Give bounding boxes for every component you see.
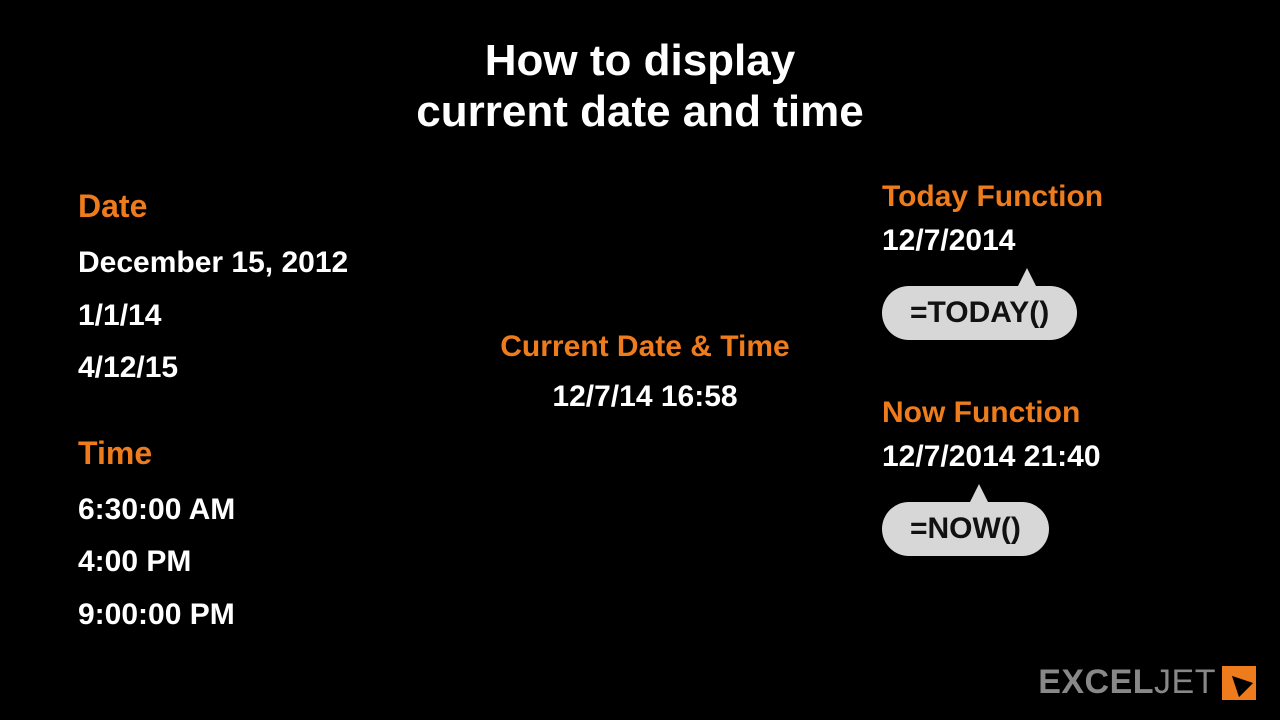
today-function-block: Today Function 12/7/2014 =TODAY() [882, 180, 1182, 340]
title-line-1: How to display [0, 36, 1280, 87]
logo-thin: JET [1154, 663, 1216, 701]
now-value: 12/7/2014 21:40 [882, 440, 1182, 474]
middle-column: Current Date & Time 12/7/14 16:58 [455, 330, 835, 414]
current-datetime-heading: Current Date & Time [455, 330, 835, 364]
date-example: 4/12/15 [78, 342, 348, 395]
time-example: 6:30:00 AM [78, 484, 348, 537]
today-value: 12/7/2014 [882, 224, 1182, 258]
time-example: 9:00:00 PM [78, 589, 348, 642]
arrow-icon [1222, 666, 1256, 700]
right-column: Today Function 12/7/2014 =TODAY() Now Fu… [882, 180, 1182, 612]
now-function-block: Now Function 12/7/2014 21:40 =NOW() [882, 396, 1182, 556]
left-column: Date December 15, 2012 1/1/14 4/12/15 Ti… [78, 188, 348, 641]
logo-text: EXCELJET [1038, 663, 1216, 702]
title-line-2: current date and time [0, 87, 1280, 138]
slide-title: How to display current date and time [0, 0, 1280, 137]
logo-bold: EXCEL [1038, 663, 1154, 701]
today-formula-callout: =TODAY() [882, 286, 1077, 340]
time-example: 4:00 PM [78, 536, 348, 589]
exceljet-logo: EXCELJET [1038, 663, 1256, 702]
date-example: December 15, 2012 [78, 237, 348, 290]
current-datetime-value: 12/7/14 16:58 [455, 380, 835, 414]
time-heading: Time [78, 435, 348, 472]
date-heading: Date [78, 188, 348, 225]
date-example: 1/1/14 [78, 290, 348, 343]
today-heading: Today Function [882, 180, 1182, 214]
now-formula-callout: =NOW() [882, 502, 1049, 556]
now-heading: Now Function [882, 396, 1182, 430]
slide-content: Date December 15, 2012 1/1/14 4/12/15 Ti… [0, 180, 1280, 720]
